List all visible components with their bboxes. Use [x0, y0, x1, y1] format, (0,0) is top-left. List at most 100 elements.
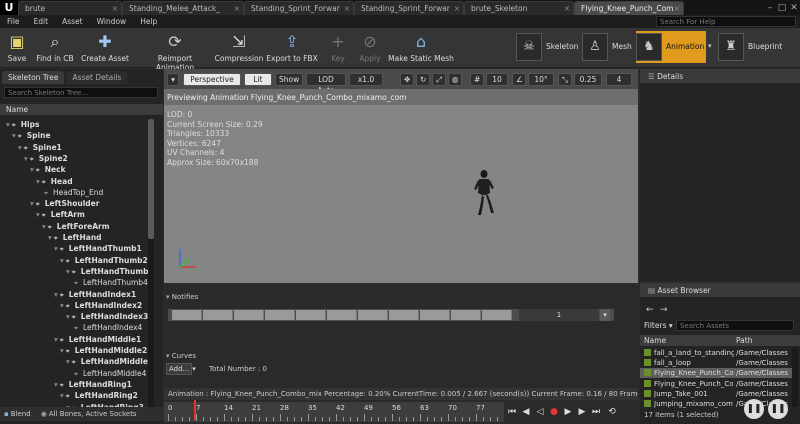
- play-icon[interactable]: ▶: [562, 405, 574, 419]
- bone-row[interactable]: ▾ ⌖ Hips: [6, 119, 39, 130]
- blend-dropdown[interactable]: Blend: [11, 407, 31, 421]
- bone-row[interactable]: ▾ ⌖ LeftHandThumb3: [66, 266, 154, 277]
- bone-row[interactable]: ⌖ LeftHandIndex4: [72, 322, 142, 333]
- export-to-fbx-button[interactable]: ⇪ Export to FBX: [266, 28, 318, 68]
- bone-row[interactable]: ▾ ⌖ LeftHandMiddle3: [66, 356, 153, 367]
- expand-arrow-icon[interactable]: ▾: [6, 120, 10, 129]
- notify-track-cell[interactable]: [234, 310, 264, 320]
- notify-track-cell[interactable]: [451, 310, 481, 320]
- notify-track-cell[interactable]: [327, 310, 357, 320]
- document-tab[interactable]: brute ×: [18, 1, 122, 15]
- expand-arrow-icon[interactable]: ▾: [66, 267, 70, 276]
- document-tab[interactable]: brute_Skeleton ×: [464, 1, 574, 15]
- scrollbar-thumb[interactable]: [148, 119, 154, 239]
- bone-row[interactable]: ▾ ⌖ LeftForeArm: [42, 221, 110, 232]
- close-tab-icon[interactable]: ×: [112, 2, 118, 15]
- notify-track-cell[interactable]: [203, 310, 233, 320]
- find-in-cb-button[interactable]: ⌕ Find in CB: [36, 28, 74, 68]
- skeleton-tree-scrollbar[interactable]: [148, 119, 154, 415]
- bone-row[interactable]: ▾ ⌖ Neck: [30, 164, 66, 175]
- asset-row[interactable]: Jump_Take_001/Game/Classes: [640, 389, 792, 399]
- document-tab[interactable]: Standing_Melee_Attack_ ×: [122, 1, 244, 15]
- reimport-animation-button[interactable]: ⟳ Reimport Animation: [138, 28, 212, 72]
- bone-row[interactable]: ▾ ⌖ LeftHandMiddle2: [60, 345, 147, 356]
- expand-arrow-icon[interactable]: ▾: [60, 346, 64, 355]
- grid-snap-icon[interactable]: #: [470, 73, 484, 86]
- create-asset-button[interactable]: ✚ Create Asset: [80, 28, 130, 68]
- show-button[interactable]: Show: [275, 73, 303, 86]
- expand-arrow-icon[interactable]: ▾: [18, 143, 22, 152]
- asset-row[interactable]: Flying_Knee_Punch_Co/Game/Classes: [640, 368, 792, 379]
- pause-overlay-icon[interactable]: ❚❚: [744, 399, 764, 419]
- record-icon[interactable]: ●: [548, 405, 560, 419]
- bone-row[interactable]: ▾ ⌖ LeftArm: [36, 209, 85, 220]
- bone-row[interactable]: ⌖ LeftHandMiddle4: [72, 368, 146, 379]
- notify-track-cell[interactable]: [482, 310, 512, 320]
- save-button[interactable]: ▣ Save: [4, 28, 30, 68]
- menu-asset[interactable]: Asset: [55, 15, 90, 28]
- document-tab[interactable]: Standing_Sprint_Forwar ×: [354, 1, 464, 15]
- expand-arrow-icon[interactable]: ▾: [66, 357, 70, 366]
- notify-track-cell[interactable]: [420, 310, 450, 320]
- lod-button[interactable]: LOD Auto: [306, 73, 346, 95]
- close-tab-icon[interactable]: ×: [344, 2, 350, 15]
- bone-filter-dropdown[interactable]: All Bones, Active Sockets: [49, 407, 137, 421]
- asset-row[interactable]: Flying_Knee_Punch_Co/Game/Classes: [640, 379, 792, 389]
- bone-row[interactable]: ▾ ⌖ Spine1: [18, 142, 62, 153]
- notify-track-cell[interactable]: [172, 310, 202, 320]
- tab-asset-details[interactable]: Asset Details: [66, 71, 128, 84]
- viewport-options-dropdown[interactable]: ▾: [167, 73, 179, 86]
- expand-arrow-icon[interactable]: ▾: [60, 301, 64, 310]
- path-column-header[interactable]: Path: [736, 335, 752, 346]
- expand-arrow-icon[interactable]: ▾: [48, 233, 52, 242]
- timeline-scrubber[interactable]: 0 7 14 21 28 35 42 49 56 63 70 77: [164, 402, 504, 422]
- play-reverse-icon[interactable]: ◁: [534, 405, 546, 419]
- bone-row[interactable]: ▾ ⌖ Head: [36, 176, 73, 187]
- tab-asset-browser[interactable]: ▤ Asset Browser: [642, 283, 717, 297]
- scale-snap-value[interactable]: 0.25: [574, 73, 602, 86]
- minimize-button[interactable]: –: [764, 2, 776, 14]
- rotate-tool-icon[interactable]: ↻: [416, 73, 430, 86]
- notify-track-cell[interactable]: [358, 310, 388, 320]
- filters-dropdown[interactable]: Filters ▾: [644, 321, 673, 330]
- expand-arrow-icon[interactable]: ▾: [30, 165, 34, 174]
- expand-arrow-icon[interactable]: ▾: [42, 222, 46, 231]
- menu-window[interactable]: Window: [90, 15, 134, 28]
- lit-button[interactable]: Lit: [244, 73, 272, 86]
- chevron-down-icon[interactable]: ▾: [708, 42, 712, 50]
- skeleton-search-input[interactable]: Search Skeleton Tree...: [4, 87, 158, 98]
- bone-row[interactable]: ▾ ⌖ LeftHand: [48, 232, 102, 243]
- go-to-end-icon[interactable]: ⏭: [590, 405, 602, 419]
- bone-row[interactable]: ▾ ⌖ LeftHandIndex1: [54, 289, 136, 300]
- maximize-button[interactable]: □: [776, 2, 788, 14]
- compression-button[interactable]: ⇲ Compression: [214, 28, 264, 68]
- bone-row[interactable]: ▾ ⌖ LeftHandRing1: [54, 379, 132, 390]
- close-tab-icon[interactable]: ×: [564, 2, 570, 15]
- expand-arrow-icon[interactable]: ▾: [54, 244, 58, 253]
- asset-search-input[interactable]: Search Assets: [676, 320, 794, 331]
- make-static-mesh-button[interactable]: ⌂ Make Static Mesh: [388, 28, 454, 68]
- mode-blueprint[interactable]: ♜ Blueprint: [718, 31, 794, 63]
- expand-arrow-icon[interactable]: ▾: [60, 256, 64, 265]
- close-tab-icon[interactable]: ×: [674, 2, 680, 15]
- name-column-header[interactable]: Name: [644, 335, 666, 346]
- asset-list-scrollbar[interactable]: [792, 347, 798, 407]
- bone-row[interactable]: ▾ ⌖ LeftHandThumb2: [60, 255, 148, 266]
- move-tool-icon[interactable]: ✥: [400, 73, 414, 86]
- bone-row[interactable]: ⌖ HeadTop_End: [42, 187, 103, 198]
- key-button[interactable]: + Key: [326, 28, 350, 68]
- bone-row[interactable]: ▾ ⌖ Spine2: [24, 153, 68, 164]
- step-forward-icon[interactable]: ▶: [576, 405, 588, 419]
- apply-button[interactable]: ⊘ Apply: [356, 28, 384, 68]
- expand-arrow-icon[interactable]: ▾: [30, 199, 34, 208]
- scale-tool-icon[interactable]: ⤢: [432, 73, 446, 86]
- tab-details[interactable]: ☰ Details: [642, 69, 690, 83]
- grid-snap-value[interactable]: 10: [486, 73, 508, 86]
- mode-skeleton[interactable]: ☠ Skeleton: [516, 31, 578, 63]
- perspective-button[interactable]: Perspective: [183, 73, 241, 86]
- back-arrow-icon[interactable]: ←: [646, 305, 654, 315]
- asset-row[interactable]: fall_a_loop/Game/Classes: [640, 358, 792, 368]
- bone-row[interactable]: ⌖ LeftHandThumb4: [72, 277, 148, 288]
- expand-arrow-icon[interactable]: ▾: [12, 131, 16, 140]
- bone-row[interactable]: ▾ ⌖ LeftShoulder: [30, 198, 99, 209]
